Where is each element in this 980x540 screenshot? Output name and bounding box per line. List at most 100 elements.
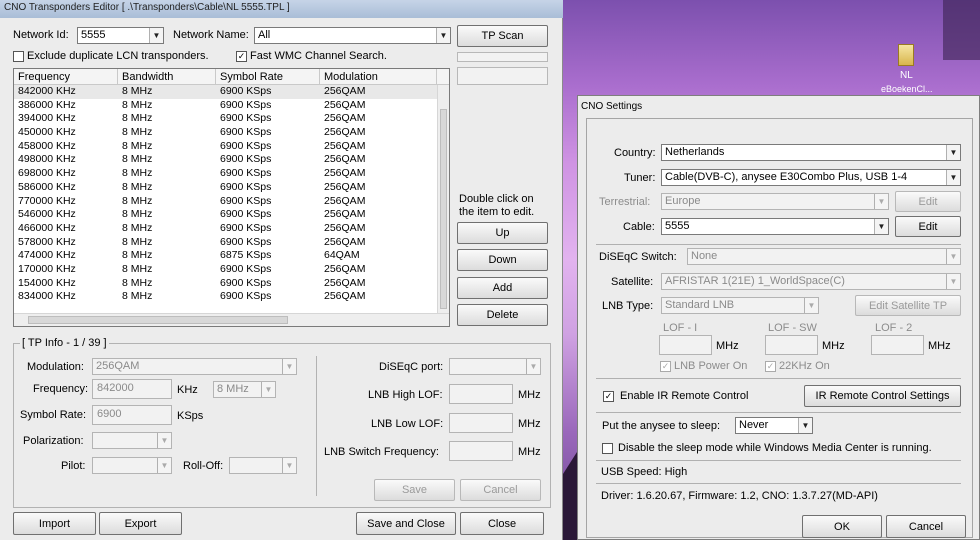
table-cell: 64QAM [324,249,360,262]
transponder-list[interactable]: Frequency Bandwidth Symbol Rate Modulati… [13,68,450,327]
table-cell: 6900 KSps [220,221,272,234]
table-cell: 256QAM [324,85,366,97]
table-row[interactable]: 450000 KHz 8 MHz 6900 KSps 256QAM [14,126,449,140]
cable-label: Cable: [623,221,655,233]
tuner-combo[interactable]: Cable(DVB-C), anysee E30Combo Plus, USB … [661,169,961,186]
mhz-unit: MHz [716,340,739,352]
list-body: 842000 KHz 8 MHz 6900 KSps 256QAM 386000 KHz… [14,85,449,304]
close-button[interactable]: Close [460,512,544,535]
disable-sleep-checkbox[interactable] [602,443,613,454]
table-cell: 834000 KHz [18,290,76,303]
cno-settings-window: CNO Settings Country: Netherlands ▼ Tune… [577,95,980,540]
add-button[interactable]: Add [457,277,548,299]
table-row[interactable]: 842000 KHz 8 MHz 6900 KSps 256QAM [14,85,449,99]
table-cell: 256QAM [324,194,366,207]
chevron-down-icon: ▼ [946,249,960,264]
fast-wmc-checkbox[interactable]: ✓ [236,51,247,62]
table-cell: 474000 KHz [18,249,76,262]
table-row[interactable]: 698000 KHz 8 MHz 6900 KSps 256QAM [14,167,449,181]
table-cell: 698000 KHz [18,167,76,180]
group-divider [316,356,317,496]
table-cell: 8 MHz [122,276,153,289]
network-id-combo[interactable]: 5555 ▼ [77,27,164,44]
settings-cancel-button[interactable]: Cancel [886,515,966,538]
table-cell: 458000 KHz [18,139,76,152]
horizontal-scrollbar[interactable] [14,313,449,326]
table-cell: 6900 KSps [220,262,272,275]
scroll-thumb[interactable] [440,109,447,309]
table-row[interactable]: 394000 KHz 8 MHz 6900 KSps 256QAM [14,112,449,126]
table-row[interactable]: 578000 KHz 8 MHz 6900 KSps 256QAM [14,236,449,250]
symbol-rate-field: 6900 [92,405,172,425]
lof-sw-label: LOF - SW [768,322,817,334]
table-row[interactable]: 498000 KHz 8 MHz 6900 KSps 256QAM [14,153,449,167]
column-header[interactable]: Bandwidth [118,69,216,84]
fast-wmc-label: Fast WMC Channel Search. [250,50,387,62]
chevron-down-icon[interactable]: ▼ [798,418,812,433]
rolloff-label: Roll-Off: [183,460,224,472]
lnb-switch-label: LNB Switch Frequency: [324,446,439,458]
column-header[interactable]: Frequency [14,69,118,84]
table-cell: 6900 KSps [220,126,272,139]
lnb-low-label: LNB Low LOF: [371,418,444,430]
network-id-value: 5555 [81,29,106,41]
table-row[interactable]: 386000 KHz 8 MHz 6900 KSps 256QAM [14,99,449,113]
chevron-down-icon[interactable]: ▼ [874,219,888,234]
lof-2-label: LOF - 2 [875,322,913,334]
desktop-icon-label-2[interactable]: eBoekenCl... [881,84,933,94]
table-row[interactable]: 834000 KHz 8 MHz 6900 KSps 256QAM [14,290,449,304]
cable-combo[interactable]: 5555 ▼ [661,218,889,235]
chevron-down-icon[interactable]: ▼ [436,28,450,43]
folder-icon[interactable] [898,44,914,66]
table-cell: 256QAM [324,126,366,139]
table-cell: 256QAM [324,139,366,152]
chevron-down-icon[interactable]: ▼ [149,28,163,43]
chevron-down-icon[interactable]: ▼ [946,145,960,160]
country-combo[interactable]: Netherlands ▼ [661,144,961,161]
exclude-duplicate-checkbox[interactable] [13,51,24,62]
table-cell: 256QAM [324,112,366,125]
ok-button[interactable]: OK [802,515,882,538]
column-header[interactable]: Modulation [320,69,437,84]
enable-ir-checkbox[interactable]: ✓ [603,391,614,402]
table-row[interactable]: 466000 KHz 8 MHz 6900 KSps 256QAM [14,222,449,236]
cable-edit-button[interactable]: Edit [895,216,961,237]
table-row[interactable]: 458000 KHz 8 MHz 6900 KSps 256QAM [14,140,449,154]
table-row[interactable]: 546000 KHz 8 MHz 6900 KSps 256QAM [14,208,449,222]
table-row[interactable]: 170000 KHz 8 MHz 6900 KSps 256QAM [14,263,449,277]
tp-scan-button[interactable]: TP Scan [457,25,548,47]
export-button[interactable]: Export [99,512,182,535]
sleep-combo[interactable]: Never ▼ [735,417,813,434]
table-row[interactable]: 474000 KHz 8 MHz 6875 KSps 64QAM [14,249,449,263]
down-button[interactable]: Down [457,249,548,271]
bandwidth-value: 8 MHz [217,383,249,395]
ir-settings-button[interactable]: IR Remote Control Settings [804,385,961,407]
save-and-close-button[interactable]: Save and Close [356,512,456,535]
diseqc-port-combo: ▼ [449,358,541,375]
chevron-down-icon: ▼ [526,359,540,374]
list-header: Frequency Bandwidth Symbol Rate Modulati… [14,69,449,85]
table-cell: 170000 KHz [18,262,76,275]
network-name-combo[interactable]: All ▼ [254,27,451,44]
desktop-icon-label[interactable]: NL [900,70,913,81]
modulation-value: 256QAM [96,360,140,372]
mhz-unit: MHz [518,446,541,458]
table-cell: 6900 KSps [220,153,272,166]
table-cell: 256QAM [324,290,366,303]
lnb-power-checkbox: ✓ [660,361,671,372]
table-row[interactable]: 770000 KHz 8 MHz 6900 KSps 256QAM [14,195,449,209]
up-button[interactable]: Up [457,222,548,244]
delete-button[interactable]: Delete [457,304,548,326]
table-cell: 6900 KSps [220,98,272,111]
vertical-scrollbar[interactable] [437,85,449,313]
table-row[interactable]: 154000 KHz 8 MHz 6900 KSps 256QAM [14,277,449,291]
hint-text: Double click on the item to edit. [459,193,535,218]
driver-info-text: Driver: 1.6.20.67, Firmware: 1.2, CNO: 1… [601,490,878,502]
chevron-down-icon[interactable]: ▼ [946,170,960,185]
lnb-type-value: Standard LNB [665,299,735,311]
chevron-down-icon: ▼ [157,433,171,448]
scroll-thumb[interactable] [28,316,288,324]
import-button[interactable]: Import [13,512,96,535]
column-header[interactable]: Symbol Rate [216,69,320,84]
table-row[interactable]: 586000 KHz 8 MHz 6900 KSps 256QAM [14,181,449,195]
